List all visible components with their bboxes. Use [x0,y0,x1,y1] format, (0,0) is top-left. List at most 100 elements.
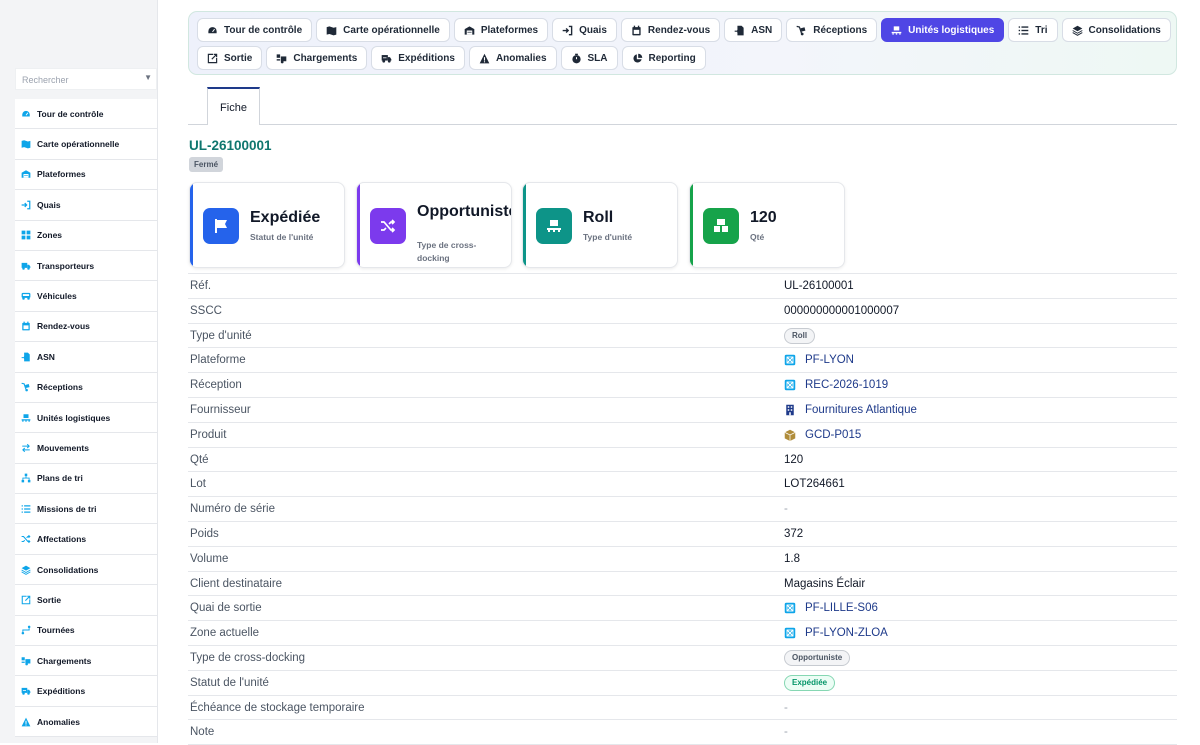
tab-plateformes[interactable]: Plateformes [453,18,549,42]
tab-label: Anomalies [495,52,547,64]
sidebar-item-tour-de-controle[interactable]: Tour de contrôle [15,99,157,130]
tab-rendez-vous[interactable]: Rendez-vous [620,18,721,42]
sidebar-item-unites-logistiques[interactable]: Unités logistiques [15,402,157,434]
field-label: Réception [190,379,242,392]
tab-sortie[interactable]: Sortie [197,46,263,70]
shuffle-icon [380,218,396,234]
field-value: 120 [784,454,803,466]
card-icon-box [203,208,239,244]
tab-carte-operationnelle[interactable]: Carte opérationnelle [316,18,450,42]
map-icon [326,25,337,36]
field-link[interactable]: PF-LILLE-S06 [784,602,878,614]
tab-asn[interactable]: ASN [724,18,783,42]
field-value: - [784,503,788,515]
tab-anomalies[interactable]: Anomalies [468,46,557,70]
tab-reporting[interactable]: Reporting [621,46,706,70]
sidebar-item-plateformes[interactable]: Plateformes [15,159,157,191]
field-link[interactable]: REC-2026-1019 [784,379,888,391]
sidebar-item-anomalies[interactable]: Anomalies [15,706,157,738]
stopwatch-icon [571,53,582,64]
card-value: Roll [583,209,614,226]
sidebar-item-zones[interactable]: Zones [15,220,157,251]
field-label: Type de cross-docking [190,651,306,664]
search-input[interactable]: Rechercher ▼ [15,68,157,90]
tab-label: Plateformes [480,24,539,36]
sidebar-item-tournees[interactable]: Tournées [15,615,157,647]
sidebar-item-label: Carte opérationnelle [37,139,120,150]
sidebar-item-label: Chargements [37,655,92,666]
sitemap-icon [21,473,31,483]
details-table: Réf. UL-26100001 SSCC 000000000001000007 T… [188,273,1177,745]
field-value-text: - [784,503,788,516]
sidebar-item-label: Véhicules [37,291,77,302]
field-link[interactable]: Fournitures Atlantique [784,404,917,416]
card-icon-box [536,208,572,244]
sidebar-item-quais[interactable]: Quais [15,190,157,221]
sidebar-item-expeditions[interactable]: Expéditions [15,676,157,707]
tab-sla[interactable]: SLA [560,46,618,70]
field-label: Lot [190,478,206,491]
tab-chargements[interactable]: Chargements [266,46,368,70]
sidebar-item-sortie[interactable]: Sortie [15,585,157,616]
field-label: Échéance de stockage temporaire [190,701,365,714]
field-label: Fournisseur [190,403,251,416]
field-value: Opportuniste [784,649,851,666]
field-value: PF-LYON [784,354,854,366]
sidebar-item-label: Sortie [37,594,62,605]
sidebar-item-vehicules[interactable]: Véhicules [15,281,157,312]
sidebar-item-label: Plans de tri [37,473,83,484]
tab-quais[interactable]: Quais [552,18,617,42]
sidebar-item-affectations[interactable]: Affectations [15,524,157,555]
sidebar-item-mouvements[interactable]: Mouvements [15,433,157,464]
chevron-down-icon[interactable]: ▼ [144,73,152,82]
field-link[interactable]: GCD-P015 [784,429,861,441]
field-row-type-d-unite: Type d'unité Roll [188,324,1177,349]
tab-consolidations[interactable]: Consolidations [1061,18,1171,42]
tab-tour-de-controle[interactable]: Tour de contrôle [197,18,313,42]
field-value: LOT264661 [784,478,845,490]
status-pill: Expédiée [784,674,836,691]
warning-icon [21,717,31,727]
field-row-poids: Poids 372 [188,522,1177,547]
tab-receptions[interactable]: Réceptions [786,18,878,42]
tab-expeditions[interactable]: Expéditions [371,46,465,70]
sidebar-item-missions-de-tri[interactable]: Missions de tri [15,494,157,525]
sidebar-item-carte-operationnelle[interactable]: Carte opérationnelle [15,129,157,160]
field-row-reception: Réception REC-2026-1019 [188,373,1177,398]
exit-icon [21,595,31,605]
field-link[interactable]: PF-LYON-ZLOA [784,627,888,639]
field-value-text: 372 [784,527,804,540]
tab-unites-logistiques[interactable]: Unités logistiques [881,18,1005,42]
sidebar: Rechercher ▼ Tour de contrôle Carte opéra… [0,0,158,743]
sidebar-item-plans-de-tri[interactable]: Plans de tri [15,463,157,495]
sidebar-item-label: Anomalies [37,716,80,727]
field-label: Note [190,726,215,739]
field-value: Expédiée [784,674,836,691]
truck-loading-icon [276,53,287,64]
building-icon [784,404,796,416]
sidebar-item-consolidations[interactable]: Consolidations [15,554,157,586]
truck-icon [21,261,31,271]
sidebar-item-transporteurs[interactable]: Transporteurs [15,250,157,282]
sidebar-item-receptions[interactable]: Réceptions [15,372,157,403]
tab-tri[interactable]: Tri [1008,18,1058,42]
field-row-lot: Lot LOT264661 [188,472,1177,498]
card-caption: Type de cross-docking [417,240,477,263]
summary-card: Roll Type d'unité [522,182,678,268]
sidebar-item-rendez-vous[interactable]: Rendez-vous [15,311,157,343]
field-label: Qté [190,453,209,466]
field-row-echeance-de-stockage-temporaire: Échéance de stockage temporaire - [188,696,1177,721]
field-link[interactable]: PF-LYON [784,354,854,366]
sidebar-item-label: Quais [37,199,61,210]
tab-fiche[interactable]: Fiche [207,87,260,125]
tab-label: Sortie [224,52,253,64]
warehouse-icon [21,169,31,179]
sidebar-item-chargements[interactable]: Chargements [15,646,157,677]
summary-card: 120 Qté [689,182,845,268]
sidebar-item-asn[interactable]: ASN [15,342,157,373]
gauge-icon [21,109,31,119]
sidebar-item-label: Consolidations [37,564,99,575]
field-row-sscc: SSCC 000000000001000007 [188,299,1177,324]
field-value: Magasins Éclair [784,578,865,590]
page-title: UL-26100001 [189,138,272,153]
